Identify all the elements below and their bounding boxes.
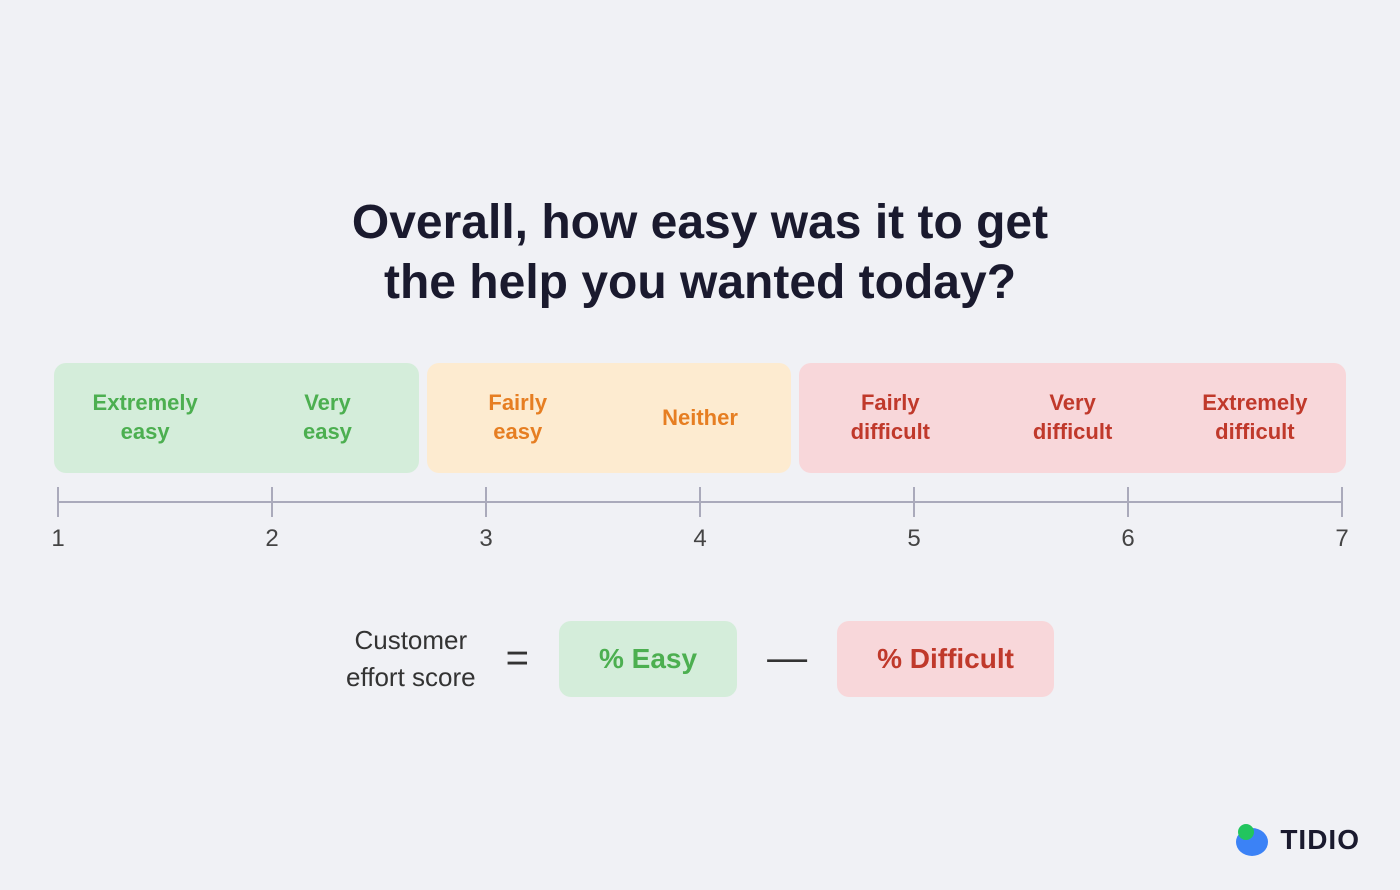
tick-mark-3 — [485, 487, 487, 517]
neutral-group: Fairlyeasy Neither — [427, 363, 792, 472]
scale-section: Extremelyeasy Veryeasy Fairlyeasy Neithe… — [50, 363, 1350, 540]
label-very-easy: Veryeasy — [236, 379, 418, 456]
tick-mark-4 — [699, 487, 701, 517]
tick-mark-6 — [1127, 487, 1129, 517]
tick-number-5: 5 — [907, 525, 920, 553]
difficult-group: Fairlydifficult Verydifficult Extremelyd… — [799, 363, 1346, 472]
label-fairly-difficult: Fairlydifficult — [799, 379, 981, 456]
tick-number-1: 1 — [51, 525, 64, 553]
main-container: Overall, how easy was it to getthe help … — [50, 193, 1350, 696]
label-fairly-easy: Fairlyeasy — [427, 379, 609, 456]
tick-number-7: 7 — [1335, 525, 1348, 553]
tick-number-2: 2 — [265, 525, 278, 553]
labels-row: Extremelyeasy Veryeasy Fairlyeasy Neithe… — [50, 363, 1350, 472]
tick-number-4: 4 — [693, 525, 706, 553]
tick-mark-5 — [913, 487, 915, 517]
scale-line-container: 1 2 3 4 5 — [58, 481, 1342, 541]
easy-group: Extremelyeasy Veryeasy — [54, 363, 419, 472]
tick-number-6: 6 — [1121, 525, 1134, 553]
formula-equals: = — [506, 636, 529, 681]
tidio-icon — [1232, 820, 1272, 860]
formula-difficult-box: % Difficult — [837, 621, 1054, 697]
ticks: 1 2 3 4 5 — [58, 481, 1342, 553]
page-title: Overall, how easy was it to getthe help … — [352, 193, 1048, 313]
label-very-difficult: Verydifficult — [981, 379, 1163, 456]
scale-line-row: 1 2 3 4 5 — [50, 481, 1350, 541]
label-extremely-difficult: Extremelydifficult — [1164, 379, 1346, 456]
formula-section: Customereffort score = % Easy — % Diffic… — [346, 621, 1054, 697]
formula-easy-box: % Easy — [559, 621, 737, 697]
label-extremely-easy: Extremelyeasy — [54, 379, 236, 456]
formula-minus: — — [767, 636, 807, 681]
tidio-text: TIDIO — [1280, 824, 1360, 856]
formula-label: Customereffort score — [346, 622, 476, 695]
tick-mark-2 — [271, 487, 273, 517]
tick-mark-1 — [57, 487, 59, 517]
tick-mark-7 — [1341, 487, 1343, 517]
label-neither: Neither — [609, 379, 791, 456]
tick-number-3: 3 — [479, 525, 492, 553]
tidio-logo: TIDIO — [1232, 820, 1360, 860]
